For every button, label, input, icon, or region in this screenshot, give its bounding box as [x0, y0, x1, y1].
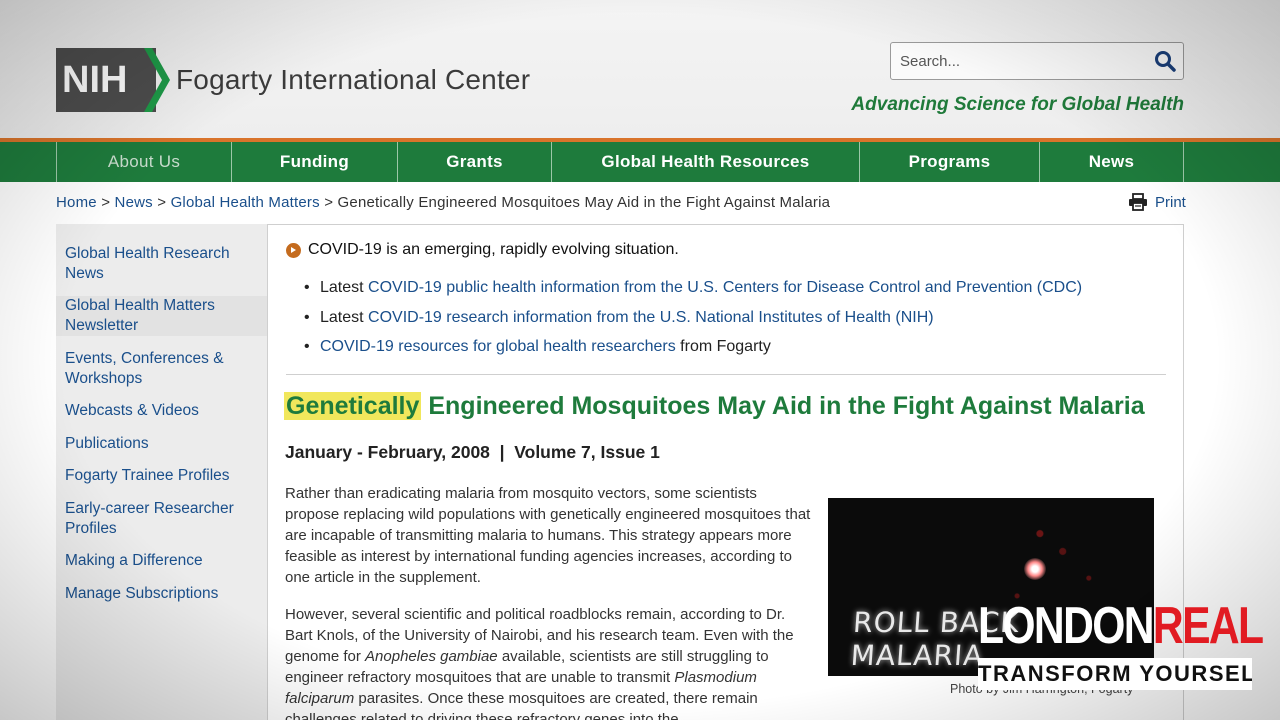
breadcrumb-separator: >	[157, 194, 167, 211]
section-divider	[286, 374, 1166, 375]
species-name: Anopheles gambiae	[365, 648, 498, 665]
sidebar-nav: Global Health Research News Global Healt…	[56, 224, 268, 720]
site-header: NIH Fogarty International Center Advanci…	[0, 0, 1280, 140]
breadcrumb-current: Genetically Engineered Mosquitoes May Ai…	[337, 194, 831, 211]
site-logo[interactable]: NIH Fogarty International Center	[56, 48, 530, 112]
org-name: Fogarty International Center	[176, 64, 531, 95]
search-icon	[1155, 51, 1176, 72]
breadcrumb: Home > News > Global Health Matters > Ge…	[56, 194, 830, 211]
watermark-word-real: REAL	[1152, 597, 1264, 655]
sidebar-item-manage-subscriptions[interactable]: Manage Subscriptions	[56, 584, 267, 604]
nav-funding[interactable]: Funding	[231, 142, 397, 182]
sidebar-item-early-career-profiles[interactable]: Early-career Researcher Profiles	[56, 499, 267, 539]
main-nav: About Us Funding Grants Global Health Re…	[0, 142, 1280, 182]
list-item: Latest COVID-19 research information fro…	[304, 308, 1082, 328]
article-paragraph: Rather than eradicating malaria from mos…	[285, 485, 811, 586]
breadcrumb-global-health-matters[interactable]: Global Health Matters	[171, 194, 320, 211]
list-item-prefix: Latest	[320, 308, 369, 326]
article-title-rest: Engineered Mosquitoes May Aid in the Fig…	[421, 392, 1145, 420]
nav-about-us[interactable]: About Us	[56, 142, 231, 182]
nih-logo-text: NIH	[62, 58, 128, 101]
watermark-subtitle: TRANSFORM YOURSELF	[978, 658, 1252, 690]
sidebar-item-making-a-difference[interactable]: Making a Difference	[56, 551, 267, 571]
covid-cdc-link[interactable]: COVID-19 public health information from …	[368, 279, 1082, 296]
site-tagline: Advancing Science for Global Health	[851, 94, 1184, 115]
sidebar-item-trainee-profiles[interactable]: Fogarty Trainee Profiles	[56, 466, 267, 486]
sidebar-item-global-health-research-news[interactable]: Global Health Research News	[56, 244, 267, 284]
breadcrumb-news[interactable]: News	[115, 194, 153, 211]
nav-grants[interactable]: Grants	[397, 142, 551, 182]
breadcrumb-separator: >	[101, 194, 111, 211]
list-item-prefix: Latest	[320, 279, 369, 296]
watermark-logo: LONDONREAL	[978, 597, 1264, 655]
nih-logo-mark: NIH	[56, 48, 170, 112]
breadcrumb-home[interactable]: Home	[56, 194, 97, 211]
nav-global-health-resources[interactable]: Global Health Resources	[551, 142, 859, 182]
print-button[interactable]: Print	[1128, 193, 1186, 211]
search-button[interactable]	[1147, 44, 1183, 78]
london-real-watermark: LONDONREAL TRANSFORM YOURSELF	[978, 597, 1264, 690]
sidebar-item-global-health-matters[interactable]: Global Health Matters Newsletter	[56, 296, 267, 336]
logo-chevron-icon	[144, 48, 170, 112]
covid-nih-link[interactable]: COVID-19 research information from the U…	[368, 309, 934, 326]
paragraph-text: parasites. Once these mosquitoes are cre…	[285, 690, 758, 720]
highlighted-word: Genetically	[284, 392, 422, 420]
article-title: Genetically Engineered Mosquitoes May Ai…	[284, 392, 1145, 421]
covid-notice: COVID-19 is an emerging, rapidly evolvin…	[286, 241, 679, 259]
breadcrumb-separator: >	[324, 194, 334, 211]
print-label: Print	[1155, 193, 1186, 211]
list-item: Latest COVID-19 public health informatio…	[304, 278, 1082, 298]
sidebar-item-webcasts[interactable]: Webcasts & Videos	[56, 401, 267, 421]
nav-programs[interactable]: Programs	[859, 142, 1039, 182]
covid-links: Latest COVID-19 public health informatio…	[304, 278, 1082, 367]
article-paragraph: However, several scientific and politica…	[285, 604, 815, 720]
issue-info: January - February, 2008 | Volume 7, Iss…	[285, 442, 660, 462]
arrow-bullet-icon	[286, 242, 301, 258]
sidebar-item-publications[interactable]: Publications	[56, 434, 267, 454]
printer-icon	[1129, 193, 1147, 211]
covid-fogarty-link[interactable]: COVID-19 resources for global health res…	[320, 338, 676, 355]
search-box[interactable]	[890, 42, 1184, 80]
search-input[interactable]	[900, 52, 1147, 70]
list-item: COVID-19 resources for global health res…	[304, 337, 1082, 357]
list-item-suffix: from Fogarty	[675, 338, 771, 355]
photo-glow	[1024, 558, 1046, 580]
sidebar-item-events[interactable]: Events, Conferences & Workshops	[56, 349, 267, 389]
covid-heading: COVID-19 is an emerging, rapidly evolvin…	[308, 241, 679, 258]
watermark-word-london: LONDON	[978, 597, 1155, 655]
nav-news[interactable]: News	[1039, 142, 1184, 182]
